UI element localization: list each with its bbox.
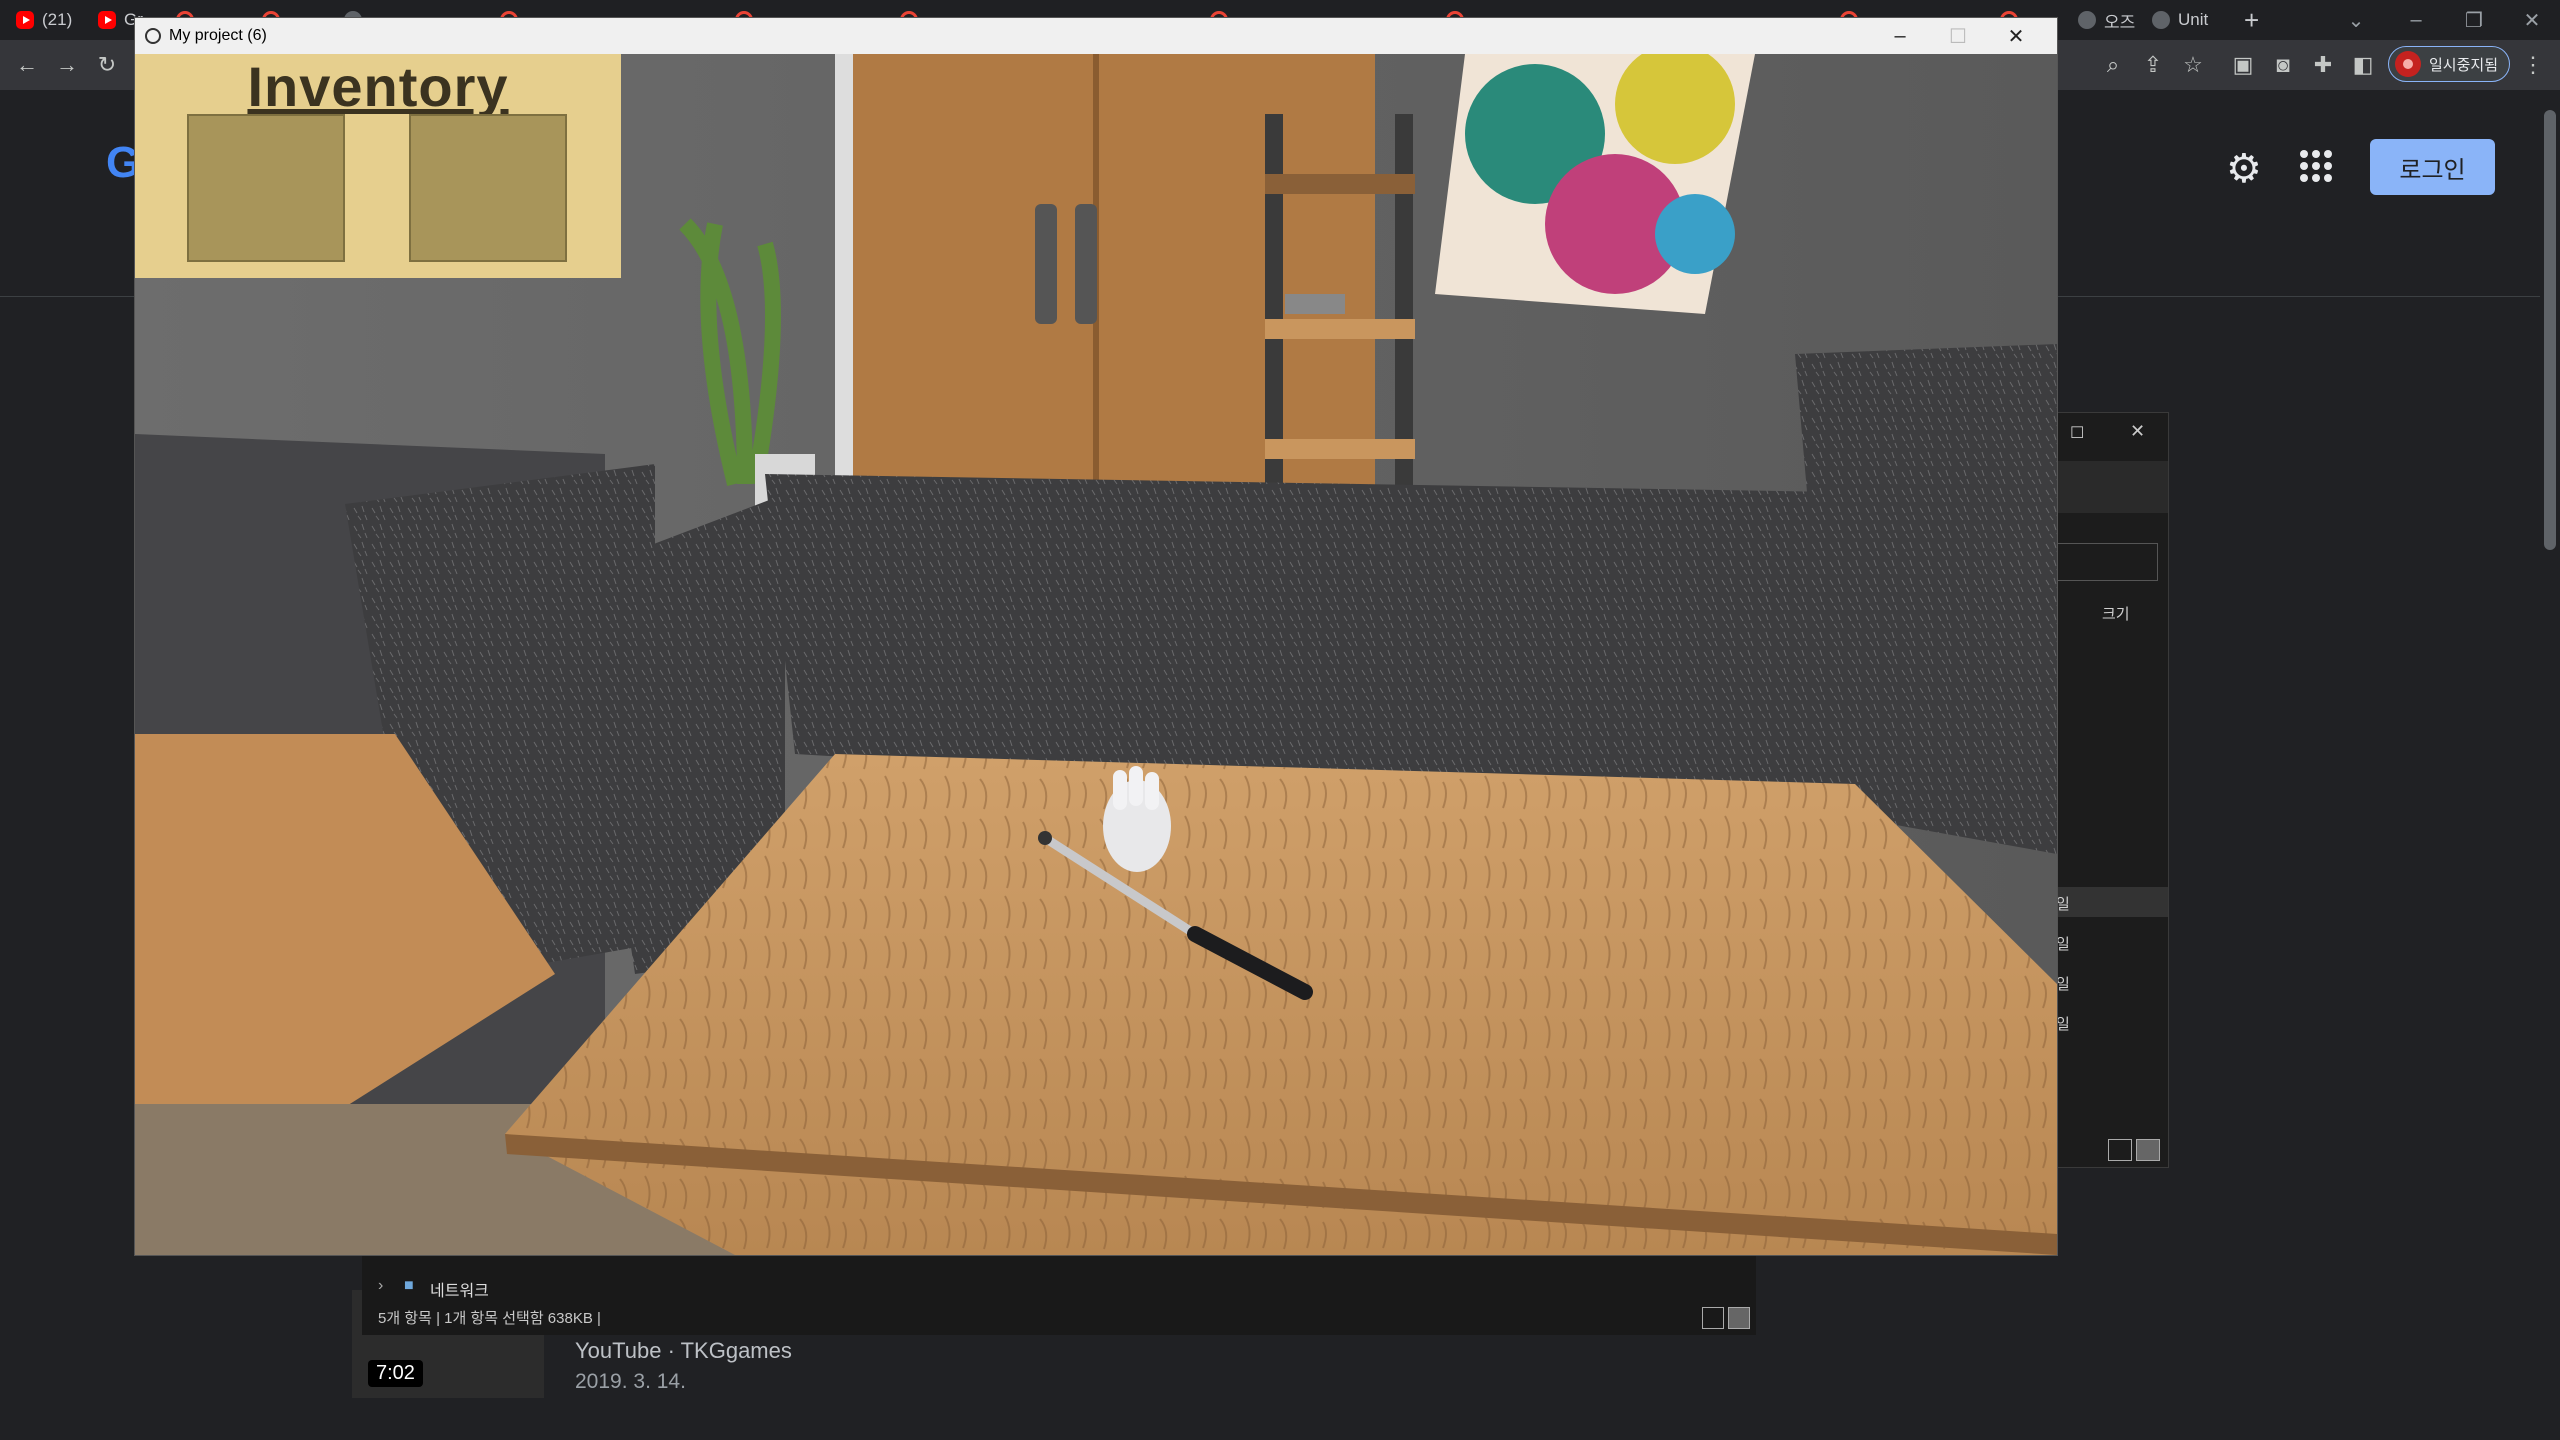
chevron-right-icon[interactable]: › <box>378 1277 383 1295</box>
unity-icon <box>145 28 161 44</box>
puzzle-icon[interactable]: ✚ <box>2310 52 2336 78</box>
size-column-header[interactable]: 크기 <box>2102 603 2130 624</box>
tab-label: 오즈 <box>2104 12 2136 32</box>
new-tab-button[interactable]: + <box>2244 4 2259 36</box>
scrollbar-thumb[interactable] <box>2544 110 2556 550</box>
game-window: My project (6) – ☐ ✕ Inventory <box>135 18 2057 1255</box>
list-item[interactable]: 일 <box>2056 973 2070 994</box>
extension-icon[interactable]: ▣ <box>2230 52 2256 78</box>
bookmark-star-icon[interactable]: ☆ <box>2180 52 2206 78</box>
inventory-title: Inventory <box>247 55 509 118</box>
close-icon[interactable]: ✕ <box>2504 0 2560 40</box>
share-icon[interactable]: ⇪ <box>2140 52 2166 78</box>
game-titlebar[interactable]: My project (6) – ☐ ✕ <box>135 18 2057 54</box>
tab-oz[interactable]: 오즈 <box>2078 4 2135 36</box>
list-item[interactable]: 일 <box>2056 1013 2070 1034</box>
restore-icon[interactable]: ❐ <box>2446 0 2502 40</box>
zoom-icon[interactable]: ⌕ <box>2100 52 2126 78</box>
maximize-icon[interactable]: ☐ <box>2070 423 2084 443</box>
inventory-panel: Inventory <box>135 54 621 278</box>
window-title: My project (6) <box>169 27 267 44</box>
list-item[interactable]: 일 <box>2056 893 2070 914</box>
apps-grid-icon[interactable] <box>2300 150 2332 182</box>
tab-search-icon[interactable]: ⌄ <box>2328 0 2384 40</box>
tab-label: Unit <box>2178 10 2209 29</box>
profile-status-label: 일시중지됨 <box>2429 56 2499 74</box>
reload-icon[interactable]: ↻ <box>94 52 120 78</box>
youtube-icon <box>16 11 34 29</box>
video-date: 2019. 3. 14. <box>575 1370 686 1393</box>
tab-unity[interactable]: Unit <box>2152 4 2208 36</box>
page-scrollbar[interactable] <box>2540 90 2560 1440</box>
youtube-icon <box>98 11 116 29</box>
inventory-slot-2[interactable] <box>409 114 567 262</box>
file-explorer-window: ☐ ✕ 크기 일 일 일 일 <box>2055 412 2169 1168</box>
settings-gear-icon[interactable]: ⚙ <box>2226 146 2262 192</box>
close-icon[interactable]: ✕ <box>2130 421 2145 442</box>
back-arrow-icon[interactable]: ← <box>14 52 40 78</box>
ribbon <box>2056 461 2168 513</box>
profile-button[interactable]: 일시중지됨 <box>2388 46 2510 82</box>
tab-label: (21) <box>42 10 73 29</box>
side-panel-icon[interactable]: ◧ <box>2350 52 2376 78</box>
app-icon <box>2078 11 2096 29</box>
selected-row[interactable] <box>2056 887 2168 917</box>
menu-dots-icon[interactable]: ⋮ <box>2520 52 2546 78</box>
close-icon[interactable]: ✕ <box>1987 18 2045 54</box>
forward-arrow-icon[interactable]: → <box>54 52 80 78</box>
video-source[interactable]: YouTube · TKGgames <box>575 1338 792 1364</box>
search-input[interactable] <box>2056 543 2158 581</box>
status-bar-text: 5개 항목 | 1개 항목 선택함 638KB | <box>378 1310 601 1327</box>
details-view-icon[interactable] <box>1702 1307 1724 1329</box>
tiles-view-icon[interactable] <box>1728 1307 1750 1329</box>
details-view-icon[interactable] <box>2108 1139 2132 1161</box>
globe-icon <box>2152 11 2170 29</box>
list-item[interactable]: 일 <box>2056 933 2070 954</box>
tiles-view-icon[interactable] <box>2136 1139 2160 1161</box>
login-button[interactable]: 로그인 <box>2370 139 2495 195</box>
maximize-icon[interactable]: ☐ <box>1929 18 1987 54</box>
tab-youtube[interactable]: (21) <box>16 4 72 36</box>
inventory-slot-1[interactable] <box>187 114 345 262</box>
minimize-icon[interactable]: – <box>1871 18 1929 54</box>
video-duration: 7:02 <box>368 1360 423 1387</box>
minimize-icon[interactable]: – <box>2388 0 2444 40</box>
game-viewport[interactable]: Inventory <box>135 54 2057 1255</box>
network-icon: ■ <box>404 1277 414 1294</box>
pocket-icon[interactable]: ◙ <box>2270 52 2296 78</box>
tree-item-network[interactable]: 네트워크 <box>430 1277 489 1301</box>
avatar <box>2395 51 2421 77</box>
